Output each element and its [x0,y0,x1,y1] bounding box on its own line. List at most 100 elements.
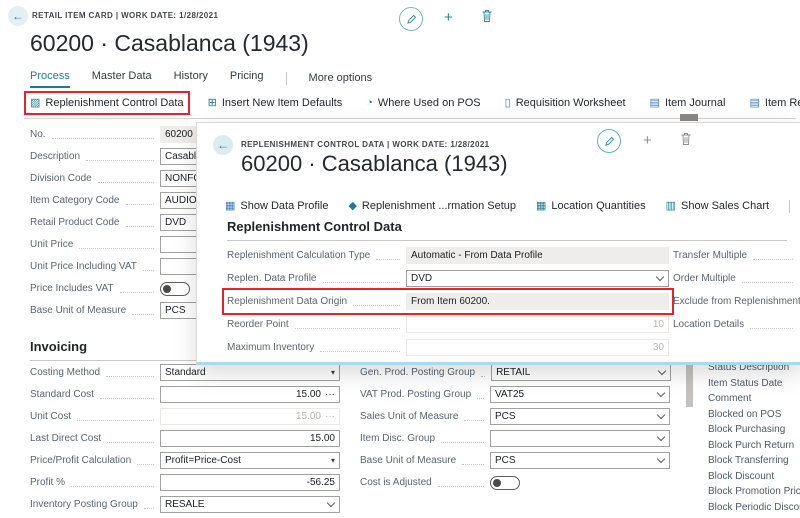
field-label: Division Code [30,173,92,184]
status-field-label: Block Discount [708,471,800,487]
replenishment-dialog: ← REPLENISHMENT CONTROL DATA | WORK DATE… [196,122,800,365]
pencil-icon [604,136,615,147]
toolbar-button-icon: ▦ [536,201,546,212]
assist-edit-icon[interactable]: ··· [325,389,335,400]
vertical-scrollbar-thumb[interactable] [686,363,693,407]
field-input[interactable]: PCS ··· ▾ [490,408,670,425]
field-input[interactable]: RESALE ··· ▾ [160,496,340,513]
tab-list: Process Master Data History Pricing [30,70,264,88]
field-input[interactable]: 30 ··· ▾ [406,339,669,356]
tab[interactable]: Master Data [92,70,152,88]
field-label: Inventory Posting Group [30,499,138,510]
toolbar-button-icon: ▤ [650,98,660,109]
dialog-edit-button[interactable] [597,129,621,153]
field-row: Unit Cost 15.00 ··· ▾ [30,408,340,425]
field-input[interactable]: 15.00 ··· ▾ [160,386,340,403]
dotted-leader [376,258,400,260]
chevron-down-icon[interactable] [657,455,665,463]
field-input[interactable]: VAT25 ··· ▾ [490,386,670,403]
field-input[interactable]: Profit=Price-Cost ··· ▾ [160,452,340,469]
field-label: Cost is Adjusted [360,477,432,488]
field-value: From Item 60200. [411,296,664,307]
toolbar-button[interactable]: ▥ Show Sales Chart [666,200,769,212]
dotted-leader [323,281,401,283]
dotted-leader [438,485,484,487]
field-input[interactable]: RETAIL ··· ▾ [491,364,671,381]
toolbar-button-label: Location Quantities [551,200,645,212]
toolbar-button-label: Insert New Item Defaults [222,97,342,109]
field-value: 10 [411,319,664,330]
toggle-switch[interactable] [160,282,190,296]
toolbar-button[interactable]: ⊞ Insert New Item Defaults [208,97,343,109]
field-input[interactable]: 15.00 ··· ▾ [160,408,340,425]
dotted-leader [120,291,154,293]
tab[interactable]: Pricing [230,70,264,88]
field-input[interactable]: 15.00 ··· ▾ [160,430,340,447]
edit-button[interactable] [399,7,423,31]
field-input[interactable]: PCS ··· ▾ [490,452,670,469]
back-button[interactable]: ← [8,6,28,26]
field-input[interactable]: Automatic - From Data Profile ··· ▾ [406,247,669,264]
chevron-down-icon[interactable] [657,433,665,441]
field-input[interactable]: From Item 60200. ··· ▾ [406,293,669,310]
field-value: 15.00 [165,433,335,444]
toolbar-button-label: Show Data Profile [240,200,328,212]
dialog-toolbar-buttons: ▦ Show Data Profile ◆ Replenishment ...r… [225,200,769,212]
field-value: RETAIL [496,367,654,378]
dialog-back-button[interactable]: ← [213,135,233,155]
toolbar-button[interactable]: ◔ Where Used on POS [366,97,480,109]
field-input[interactable]: 10 ··· ▾ [406,316,669,333]
toolbar-button[interactable]: ▯ Requisition Worksheet [505,97,626,109]
trash-icon [680,132,692,146]
horizontal-scrollbar-thumb[interactable] [680,114,698,121]
toolbar-button[interactable]: ◆ Replenishment ...rmation Setup [348,200,516,212]
add-button[interactable]: + [444,10,453,25]
field-label: Profit % [30,477,65,488]
tab-divider [286,72,287,85]
dialog-add-button[interactable]: + [643,133,652,148]
dotted-leader [126,203,155,205]
field-label: Transfer Multiple [673,250,747,261]
field-label: Replenishment Calculation Type [227,250,370,261]
dotted-leader [295,327,400,329]
dotted-leader [106,375,154,377]
field-row: Exclude from Replenishment [673,293,799,310]
field-label: Sales Unit of Measure [360,411,458,422]
field-row: Costing Method Standard ··· ▾ [30,364,340,381]
chevron-down-icon[interactable] [656,273,664,281]
field-label: Standard Cost [30,389,94,400]
select-arrow-icon[interactable]: ▾ [331,456,335,465]
dotted-leader [77,419,154,421]
tab[interactable]: History [174,70,208,88]
more-options-menu[interactable]: More options [309,72,373,88]
delete-button[interactable] [481,9,493,23]
dotted-leader [477,397,484,399]
toolbar-button-label: Requisition Worksheet [516,97,626,109]
field-input[interactable]: -56.25 ··· ▾ [160,474,340,491]
dotted-leader [753,258,793,260]
toolbar-button[interactable]: ▨ Replenishment Control Data [30,97,184,109]
toolbar-button[interactable]: ▦ Location Quantities [536,200,646,212]
toggle-switch[interactable] [490,476,520,490]
toolbar-button[interactable]: ▤ Item Reclassification Journal [749,97,800,109]
dotted-leader [742,281,793,283]
field-input[interactable]: ··· ▾ [490,430,670,447]
field-label: Retail Product Code [30,217,120,228]
dialog-delete-button[interactable] [680,132,692,146]
toolbar-button[interactable]: ▦ Show Data Profile [225,200,328,212]
field-input[interactable]: off ··· ▾ [490,474,670,491]
toolbar-button[interactable]: ▤ Item Journal [650,97,726,109]
assist-edit-icon[interactable]: ··· [325,411,335,422]
field-label: Description [30,151,80,162]
field-input[interactable]: Standard ··· ▾ [160,364,340,381]
select-arrow-icon[interactable]: ▾ [331,368,335,377]
field-row: VAT Prod. Posting Group VAT25 ··· ▾ [360,386,670,403]
field-input[interactable]: DVD ··· ▾ [406,270,669,287]
field-value: RESALE [165,499,323,510]
tab[interactable]: Process [30,70,70,88]
chevron-down-icon[interactable] [657,389,665,397]
chevron-down-icon[interactable] [657,411,665,419]
dotted-leader [107,441,154,443]
chevron-down-icon[interactable] [327,499,335,507]
chevron-down-icon[interactable] [658,367,666,375]
